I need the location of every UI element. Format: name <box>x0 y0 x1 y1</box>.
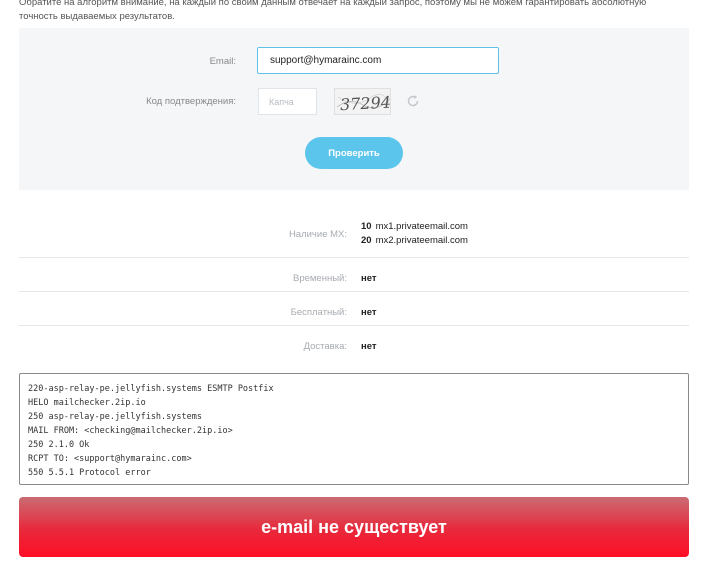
smtp-log[interactable]: 220-asp-relay-pe.jellyfish.systems ESMTP… <box>19 373 689 485</box>
intro-text: Обратите на алгоритм внимание, на каждый… <box>19 0 647 22</box>
log-line: RCPT TO: <support@hymarainc.com> <box>28 454 192 464</box>
captcha-input[interactable] <box>258 88 317 115</box>
free-row: Бесплатный: нет <box>19 292 689 326</box>
mx-priority: 10 <box>361 221 372 232</box>
mx-record: 10 mx1.privateemail.com <box>361 221 468 232</box>
log-line: 250 asp-relay-pe.jellyfish.systems <box>28 412 202 422</box>
mx-label: Наличие MX: <box>288 229 347 240</box>
temporary-row: Временный: нет <box>19 258 689 292</box>
log-line: MAIL FROM: <checking@mailchecker.2ip.io> <box>28 426 233 436</box>
log-line: HELO mailchecker.2ip.io <box>28 398 146 408</box>
results-table: Наличие MX: 10 mx1.privateemail.com 20 mx2… <box>19 210 689 359</box>
log-line: 250 2.1.0 Ok <box>28 440 90 450</box>
mx-record: 20 mx2.privateemail.com <box>361 235 468 246</box>
mx-host: mx1.privateemail.com <box>375 221 468 232</box>
temporary-value: нет <box>361 273 377 284</box>
captcha-image: 37294 <box>334 88 391 115</box>
email-input[interactable]: support@hymarainc.com <box>257 47 499 74</box>
refresh-captcha-icon[interactable] <box>406 94 420 108</box>
log-line: 220-asp-relay-pe.jellyfish.systems ESMTP… <box>28 384 274 394</box>
check-form: Email: support@hymarainc.com Код подтвер… <box>19 28 689 190</box>
free-value: нет <box>361 307 377 318</box>
mx-priority: 20 <box>361 235 372 246</box>
delivery-label: Доставка: <box>303 341 347 352</box>
log-line: 550 5.5.1 Protocol error <box>28 468 151 478</box>
free-label: Бесплатный: <box>290 307 347 318</box>
temporary-label: Временный: <box>293 273 347 284</box>
verdict-banner: e-mail не существует <box>19 497 689 557</box>
delivery-row: Доставка: нет <box>19 326 689 359</box>
check-button[interactable]: Проверить <box>305 137 403 169</box>
email-label: Email: <box>209 56 236 67</box>
code-label: Код подтверждения: <box>146 96 236 107</box>
captcha-text: 37294 <box>340 93 391 115</box>
delivery-value: нет <box>361 341 377 352</box>
mx-host: mx2.privateemail.com <box>375 235 468 246</box>
mx-row: Наличие MX: 10 mx1.privateemail.com 20 mx2… <box>19 210 689 258</box>
